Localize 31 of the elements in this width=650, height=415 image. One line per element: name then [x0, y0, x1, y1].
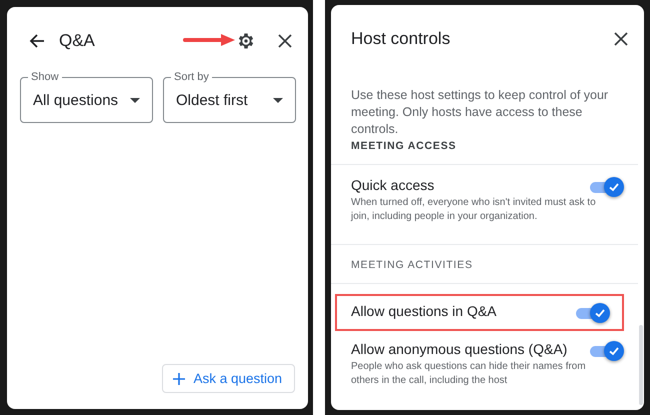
toggle-switch[interactable]	[590, 176, 624, 198]
field-label: Sort by	[171, 70, 212, 84]
settings-icon[interactable]	[236, 31, 256, 51]
close-icon[interactable]	[278, 34, 292, 48]
scrollbar[interactable]	[639, 325, 643, 405]
setting-description: When turned off, everyone who isn't invited must ask to join, including people in your organization.	[351, 196, 597, 224]
plus-icon	[173, 372, 186, 384]
toggle-switch[interactable]	[576, 302, 610, 324]
section-heading: MEETING ACTIVITIES	[331, 245, 638, 284]
checkmark-icon	[594, 307, 606, 319]
checkmark-icon	[608, 181, 620, 193]
field-value: Oldest first	[176, 92, 249, 108]
toggle-switch[interactable]	[590, 340, 624, 362]
setting-label: Allow anonymous questions (Q&A)	[351, 341, 568, 357]
setting-label: Quick access	[351, 177, 436, 193]
back-arrow-icon[interactable]	[29, 33, 45, 49]
panel-title: Host controls	[351, 29, 452, 49]
checkmark-icon	[608, 345, 620, 357]
annotation-arrow	[183, 33, 235, 47]
description-text: Use these host settings to keep control of your meeting. Only hosts have access to these controls.	[350, 87, 610, 138]
panel-title: Q&A	[59, 31, 95, 51]
field-value: All questions	[33, 92, 120, 108]
setting-label: Allow questions in Q&A	[351, 303, 498, 319]
section-heading: MEETING ACCESS	[331, 138, 638, 165]
setting-description: People who ask questions can hide their names from others in the call, including the host	[351, 360, 587, 388]
ask-question-button[interactable]: Ask a question	[162, 364, 295, 393]
filter-dropdown[interactable]: Show All questions	[20, 70, 153, 123]
dropdown-caret-icon	[273, 98, 283, 102]
filter-dropdown[interactable]: Sort by Oldest first	[163, 70, 296, 123]
close-icon[interactable]	[614, 32, 628, 46]
dropdown-caret-icon	[130, 98, 140, 102]
